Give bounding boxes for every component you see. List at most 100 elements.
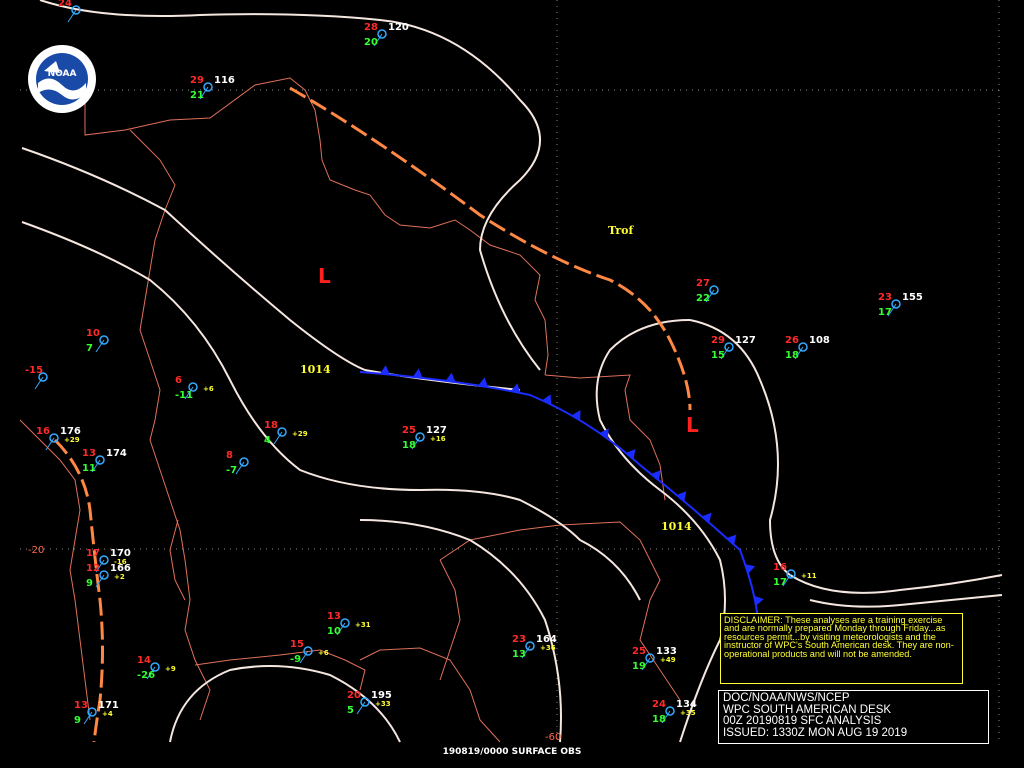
cold-front-triangle: [445, 372, 456, 383]
isobar: [689, 319, 1003, 594]
station-temperature: 14: [137, 655, 151, 666]
station-dewpoint: 9: [86, 578, 93, 589]
station-temperature: 16: [36, 426, 50, 437]
station-plot: 2418134+35: [652, 699, 697, 725]
station-plot: 14 -26 +9: [137, 655, 176, 681]
cold-front: [359, 365, 764, 621]
station-dewpoint: -9: [290, 654, 301, 665]
cold-front-triangle: [478, 377, 489, 388]
latitude-label: -20: [28, 545, 44, 556]
station-temperature: 15: [290, 639, 304, 650]
station-plot: 2722: [696, 278, 719, 304]
station-temperature: 16: [773, 562, 787, 573]
station-temperature: 24: [652, 699, 666, 710]
station-temperature: 26: [785, 335, 799, 346]
agency-line: DOC/NOAA/NWS/NCEP: [723, 692, 850, 704]
station-dewpoint: 11: [82, 463, 96, 474]
station-pressure-tendency: +16: [430, 435, 446, 443]
station-temperature: 18: [264, 420, 278, 431]
station-plot: 26 18 108: [785, 335, 830, 361]
station-pressure: 116: [214, 75, 235, 86]
station-temperature: 13: [74, 700, 88, 711]
longitude-label: -60: [545, 732, 561, 743]
station-plot: 6 -11 +6: [175, 375, 214, 401]
station-pressure-tendency: +6: [203, 385, 214, 393]
svg-text:NOAA: NOAA: [48, 69, 77, 79]
station-pressure-tendency: +49: [660, 656, 676, 664]
border-line: [19, 419, 91, 721]
station-dewpoint: -26: [137, 670, 155, 681]
station-plot: 2313164+36: [512, 634, 557, 660]
station-plot: 13 11 174: [82, 448, 127, 474]
station-dewpoint: 21: [190, 90, 204, 101]
station-temperature: 8: [226, 450, 233, 461]
station-pressure: 174: [106, 448, 127, 459]
isobar: [169, 665, 401, 743]
footer-caption: 190819/0000 SURFACE OBS: [442, 747, 582, 757]
low-pressure-center: L: [318, 264, 331, 288]
station-dewpoint: 4: [264, 435, 271, 446]
station-temperature: 20: [347, 690, 361, 701]
low-pressure-center: L: [686, 413, 699, 437]
analysis-time-line: 00Z 20190819 SFC ANALYSIS: [723, 715, 882, 727]
station-temperature: 25: [632, 646, 646, 657]
station-temperature: 24: [58, 0, 72, 9]
station-plot: 2519133+49: [632, 646, 677, 672]
station-dewpoint: 13: [512, 649, 526, 660]
station-temperature: 27: [696, 278, 710, 289]
station-dewpoint: -7: [226, 465, 237, 476]
station-plot: 8-7: [226, 450, 249, 476]
station-pressure: 120: [388, 22, 409, 33]
station-pressure-tendency: +35: [680, 709, 696, 717]
station-dewpoint: 19: [632, 661, 646, 672]
station-dewpoint: 17: [773, 577, 787, 588]
station-pressure: 155: [902, 292, 923, 303]
border-line: [84, 77, 549, 376]
station-dewpoint: 10: [327, 626, 341, 637]
station-dewpoint: 15: [711, 350, 725, 361]
cold-front-line: [359, 371, 759, 621]
border-line: [129, 129, 211, 721]
station-temperature: 29: [711, 335, 725, 346]
station-pressure-tendency: +4: [102, 710, 113, 718]
station-pressure-tendency: +6: [318, 649, 329, 657]
station-plot: 29 15 127: [711, 335, 756, 361]
noaa-logo: NOAA: [26, 43, 98, 115]
station-pressure-tendency: +33: [375, 700, 391, 708]
station-pressure-tendency: +29: [292, 430, 308, 438]
station-plot: 13 10 +31: [327, 611, 371, 637]
station-plot: 29 21 116: [190, 75, 235, 101]
station-dewpoint: -11: [175, 390, 193, 401]
border-line: [439, 559, 461, 681]
trough-line: [53, 438, 104, 743]
station-dewpoint: 20: [364, 37, 378, 48]
station-plot: 107: [86, 328, 109, 354]
station-pressure: 108: [809, 335, 830, 346]
station-plot: 28 20 120: [364, 22, 409, 48]
station-dewpoint: 18: [402, 440, 416, 451]
station-pressure: 127: [735, 335, 756, 346]
analysis-info-box: DOC/NOAA/NWS/NCEP WPC SOUTH AMERICAN DES…: [718, 690, 989, 744]
isobar-label: 1014: [300, 363, 331, 376]
station-dewpoint: 18: [652, 714, 666, 725]
station-dewpoint: 17: [878, 307, 892, 318]
isobar: [21, 147, 521, 391]
station-dewpoint: 7: [86, 343, 93, 354]
station-temperature: 29: [190, 75, 204, 86]
issued-line: ISSUED: 1330Z MON AUG 19 2019: [723, 726, 908, 739]
station-temperature: 23: [512, 634, 526, 645]
station-temperature: 17: [86, 548, 100, 559]
isobar-label: 1014: [661, 520, 692, 533]
isobar: [359, 519, 562, 743]
station-temperature: 23: [878, 292, 892, 303]
station-dewpoint: 22: [696, 293, 710, 304]
station-plot: 23 17 155: [878, 292, 923, 318]
border-line: [194, 649, 366, 691]
border-line: [169, 519, 186, 601]
isobar: [809, 594, 1003, 608]
station-dewpoint: 18: [785, 350, 799, 361]
station-pressure-tendency: +2: [114, 573, 125, 581]
station-plot: 24: [58, 0, 81, 23]
station-plot: 15 -9 +6: [290, 639, 329, 665]
station-temperature: 13: [327, 611, 341, 622]
